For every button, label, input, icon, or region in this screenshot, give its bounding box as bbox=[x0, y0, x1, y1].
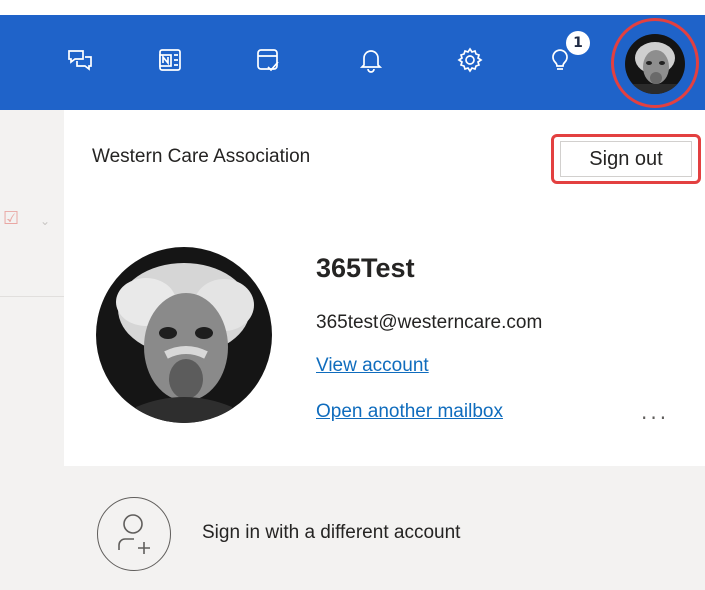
divider bbox=[0, 296, 64, 297]
background-app-strip: ☑ ⌄ bbox=[0, 110, 64, 590]
tips-badge: 1 bbox=[566, 31, 590, 55]
onenote-button[interactable] bbox=[152, 40, 188, 80]
display-name: 365Test bbox=[316, 253, 415, 283]
profile-photo-icon bbox=[96, 247, 272, 423]
app-header: 1 bbox=[0, 0, 705, 110]
chevron-down-icon: ⌄ bbox=[40, 214, 51, 228]
my-day-icon bbox=[257, 49, 279, 72]
notifications-button[interactable] bbox=[353, 40, 389, 80]
organization-name: Western Care Association bbox=[92, 146, 311, 167]
sign-in-different-account-label: Sign in with a different account bbox=[202, 522, 461, 543]
more-options-button[interactable]: ... bbox=[641, 400, 669, 424]
sign-out-highlight: Sign out bbox=[551, 134, 701, 184]
feedback-button[interactable] bbox=[62, 40, 98, 80]
settings-button[interactable] bbox=[452, 40, 488, 80]
onenote-icon bbox=[159, 49, 181, 71]
account-manager-panel: Western Care Association Sign out 365Tes… bbox=[64, 110, 705, 590]
notifications-icon bbox=[359, 50, 383, 73]
settings-icon bbox=[457, 47, 483, 73]
my-day-button[interactable] bbox=[250, 40, 286, 80]
view-account-link[interactable]: View account bbox=[316, 355, 429, 377]
sign-in-different-account-row[interactable]: Sign in with a different account bbox=[64, 466, 705, 590]
sign-out-button[interactable]: Sign out bbox=[560, 141, 692, 177]
flag-icon: ☑ bbox=[3, 208, 20, 229]
open-another-mailbox-link[interactable]: Open another mailbox bbox=[316, 401, 503, 423]
feedback-icon bbox=[68, 50, 92, 71]
user-avatar-icon bbox=[625, 34, 685, 94]
account-email: 365test@westerncare.com bbox=[316, 312, 543, 333]
add-account-icon bbox=[97, 497, 171, 571]
account-avatar-button[interactable] bbox=[625, 34, 685, 94]
profile-photo bbox=[96, 247, 272, 423]
